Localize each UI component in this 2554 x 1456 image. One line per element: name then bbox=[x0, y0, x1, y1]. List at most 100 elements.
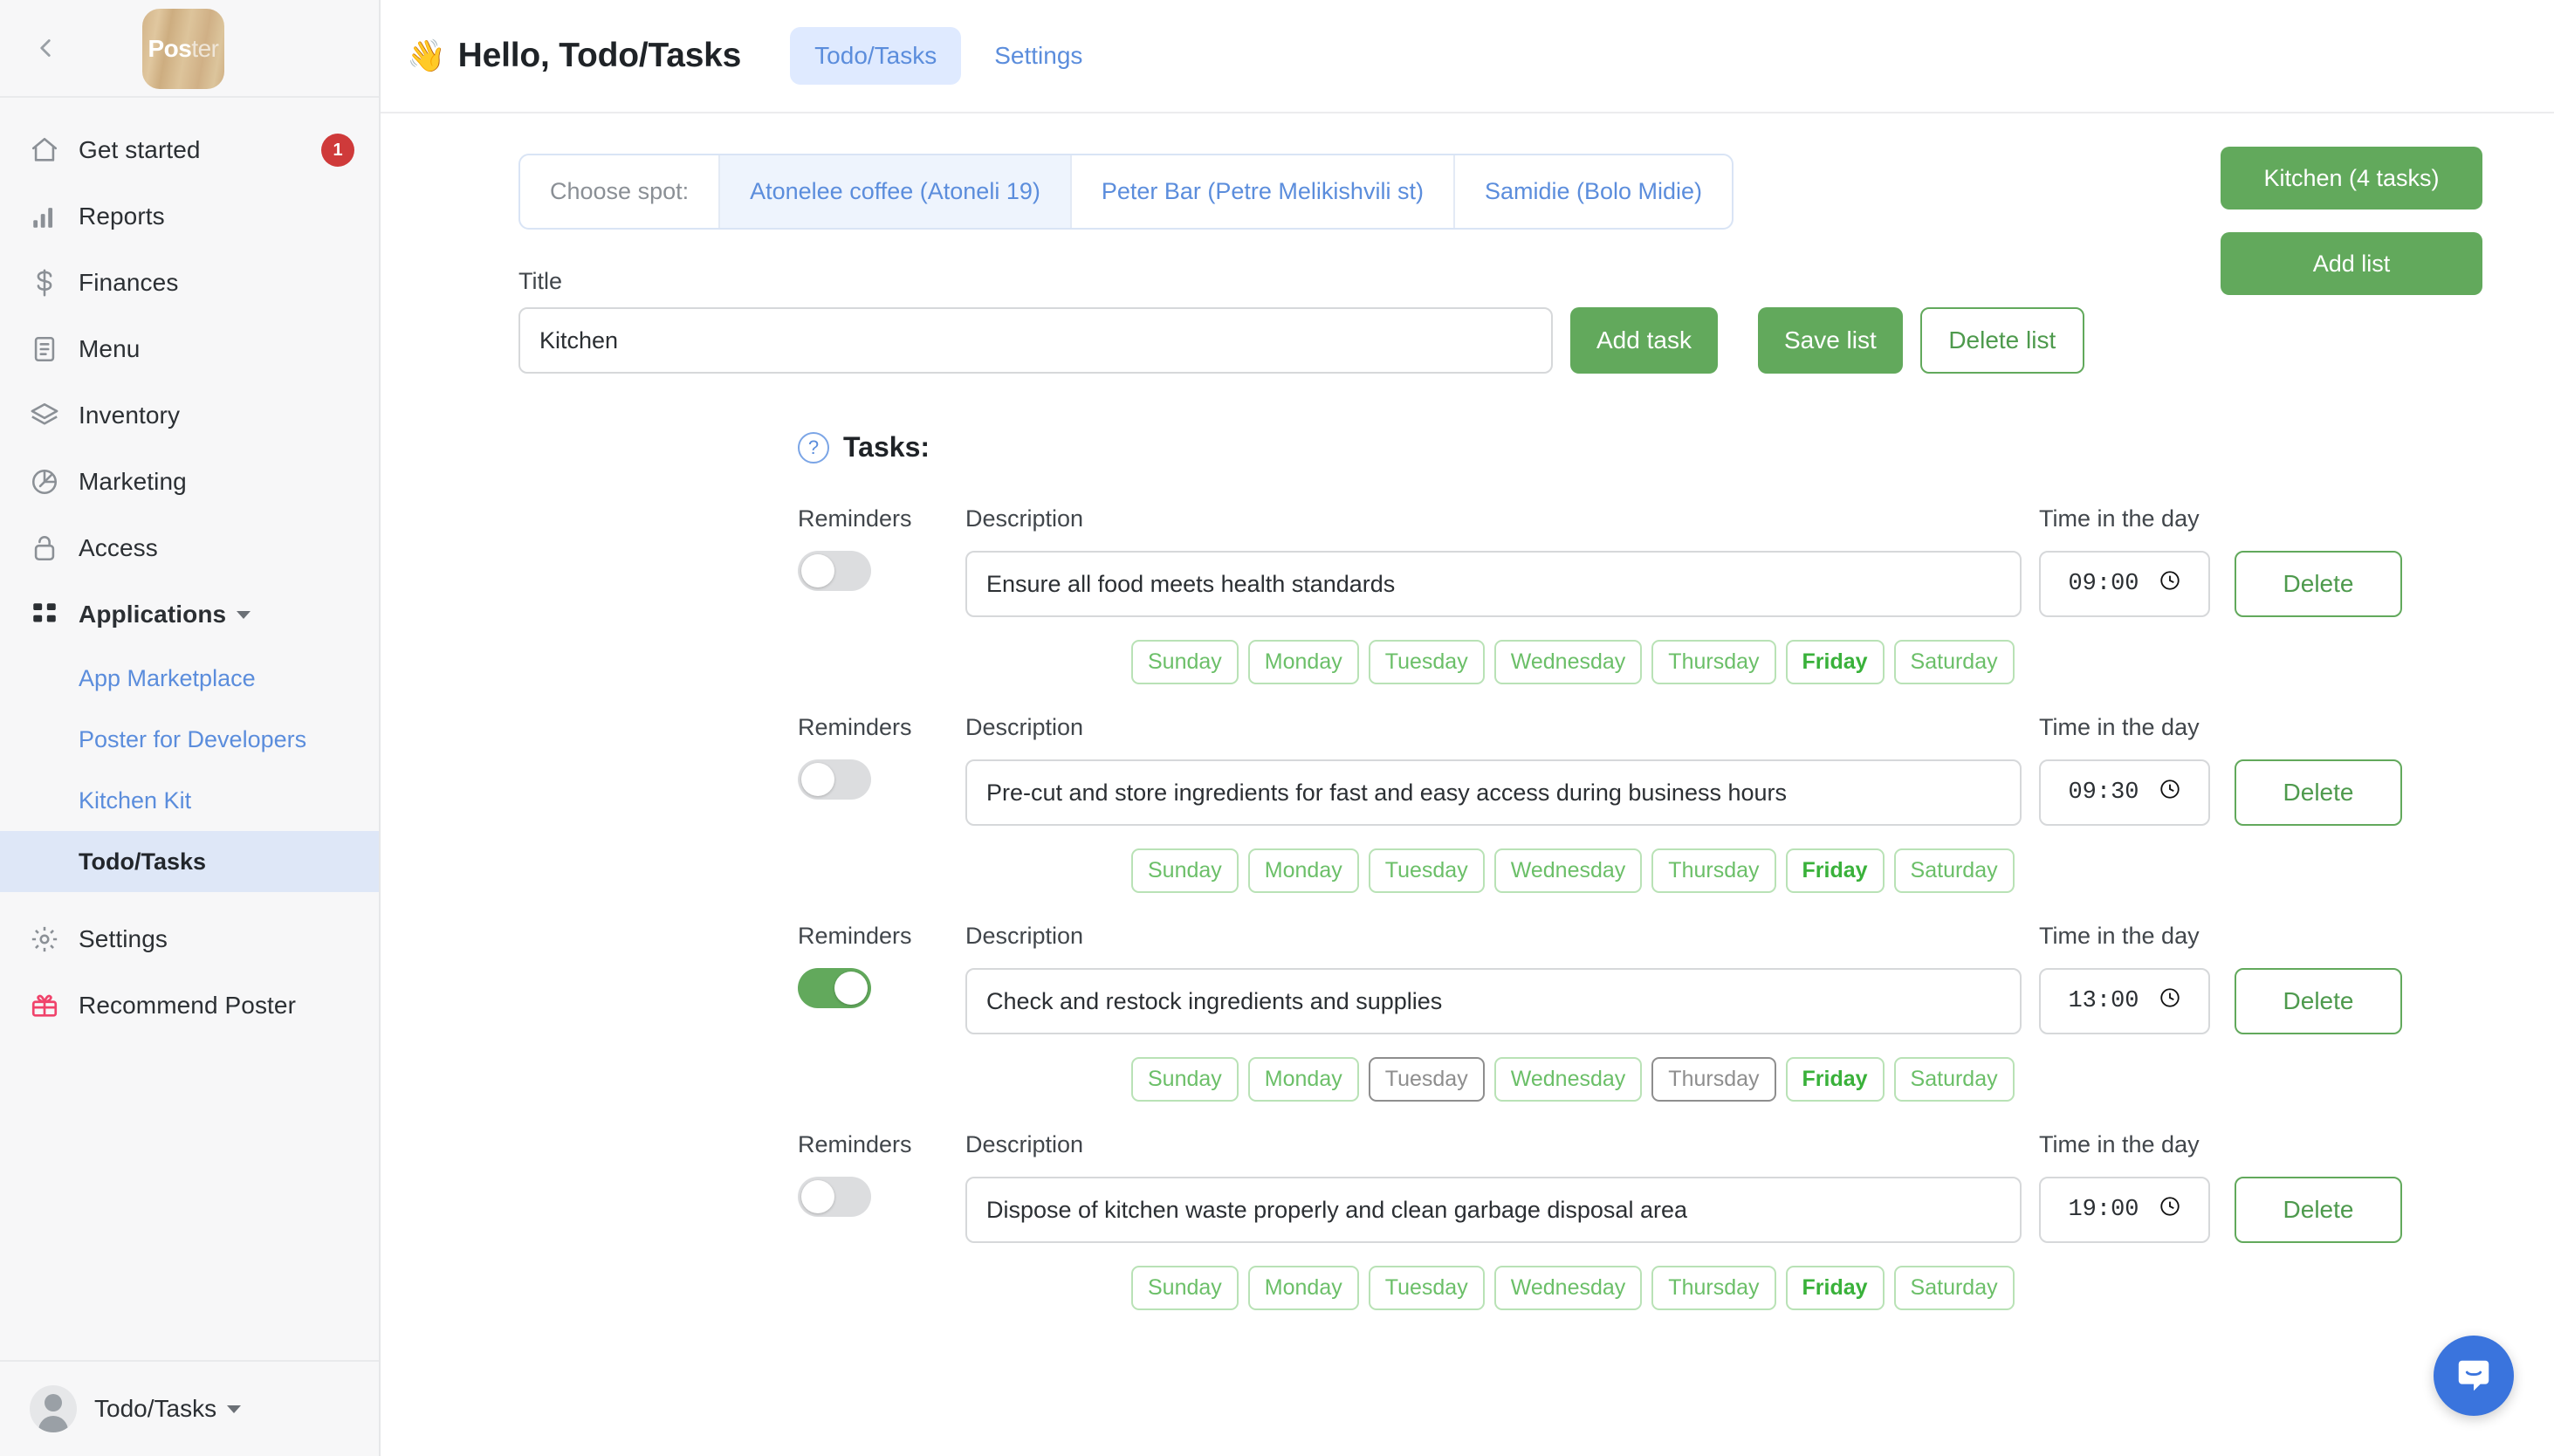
weekday-wednesday[interactable]: Wednesday bbox=[1493, 1057, 1643, 1102]
task-time-input[interactable]: 13:00 bbox=[2039, 968, 2210, 1034]
add-list-button[interactable]: Add list bbox=[2221, 232, 2482, 295]
layers-icon bbox=[30, 401, 79, 430]
weekday-monday[interactable]: Monday bbox=[1247, 1057, 1359, 1102]
delete-list-button[interactable]: Delete list bbox=[1919, 307, 2084, 374]
status-badge: 1 bbox=[321, 134, 354, 167]
tab-settings[interactable]: Settings bbox=[970, 27, 1107, 85]
weekday-friday[interactable]: Friday bbox=[1785, 1057, 1885, 1102]
sidebar-item-marketing[interactable]: Marketing bbox=[0, 449, 379, 515]
weekday-sunday[interactable]: Sunday bbox=[1131, 1057, 1239, 1102]
sidebar-item-poster-for-developers[interactable]: Poster for Developers bbox=[0, 709, 379, 770]
tab-label: Settings bbox=[994, 42, 1083, 69]
weekday-tuesday[interactable]: Tuesday bbox=[1368, 1057, 1485, 1102]
toggle-knob bbox=[801, 763, 834, 796]
weekday-thursday[interactable]: Thursday bbox=[1651, 1266, 1776, 1310]
weekday-wednesday[interactable]: Wednesday bbox=[1493, 848, 1643, 893]
sidebar-item-access[interactable]: Access bbox=[0, 515, 379, 581]
weekday-tuesday[interactable]: Tuesday bbox=[1368, 848, 1485, 893]
task-time-input[interactable]: 09:00 bbox=[2039, 551, 2210, 617]
tasks-heading: ? Tasks: bbox=[798, 431, 2554, 464]
weekday-sunday[interactable]: Sunday bbox=[1131, 1266, 1239, 1310]
sidebar-item-recommend-poster[interactable]: Recommend Poster bbox=[0, 972, 379, 1039]
list-title-input[interactable] bbox=[518, 307, 1553, 374]
delete-task-button[interactable]: Delete bbox=[2235, 759, 2402, 826]
sidebar-user-menu[interactable]: Todo/Tasks bbox=[0, 1360, 379, 1456]
weekday-saturday[interactable]: Saturday bbox=[1893, 640, 2015, 684]
poster-logo[interactable]: Pos ter bbox=[142, 9, 224, 89]
list-kitchen-button[interactable]: Kitchen (4 tasks) bbox=[2221, 147, 2482, 209]
sidebar-item-reports[interactable]: Reports bbox=[0, 183, 379, 250]
sidebar-item-inventory[interactable]: Inventory bbox=[0, 382, 379, 449]
reminder-toggle[interactable] bbox=[798, 968, 871, 1008]
sidebar-item-label: Finances bbox=[79, 269, 179, 296]
task-time-input[interactable]: 09:30 bbox=[2039, 759, 2210, 826]
sidebar-item-finances[interactable]: Finances bbox=[0, 250, 379, 316]
task-description-input[interactable] bbox=[965, 551, 2022, 617]
spot-selector: Choose spot: Atonelee coffee (Atoneli 19… bbox=[518, 154, 1734, 230]
weekday-wednesday[interactable]: Wednesday bbox=[1493, 1266, 1643, 1310]
task-description-input[interactable] bbox=[965, 1177, 2022, 1243]
back-chevron-icon[interactable] bbox=[19, 33, 72, 63]
gift-icon bbox=[30, 991, 79, 1020]
weekday-saturday[interactable]: Saturday bbox=[1893, 1057, 2015, 1102]
task-reminders-cell: Reminders bbox=[798, 714, 965, 800]
weekday-monday[interactable]: Monday bbox=[1247, 848, 1359, 893]
task-row: Reminders Description Time in the day 13… bbox=[381, 923, 2554, 1034]
bar-chart-icon bbox=[30, 202, 79, 231]
task-time-value: 19:00 bbox=[2068, 1197, 2139, 1223]
chat-bubble-icon[interactable] bbox=[2434, 1336, 2514, 1416]
weekday-sunday[interactable]: Sunday bbox=[1131, 848, 1239, 893]
weekday-monday[interactable]: Monday bbox=[1247, 640, 1359, 684]
task-description-input[interactable] bbox=[965, 968, 2022, 1034]
spot-option-samidie[interactable]: Samidie (Bolo Midie) bbox=[1455, 155, 1732, 228]
delete-task-button[interactable]: Delete bbox=[2235, 968, 2402, 1034]
task-weekdays: Sunday Monday Tuesday Wednesday Thursday… bbox=[381, 1266, 2554, 1310]
reminders-label: Reminders bbox=[798, 923, 912, 949]
add-task-button[interactable]: Add task bbox=[1570, 307, 1718, 374]
sidebar-item-menu[interactable]: Menu bbox=[0, 316, 379, 382]
tasks-heading-label: Tasks: bbox=[843, 431, 930, 463]
reminder-toggle[interactable] bbox=[798, 551, 871, 591]
task-description-input[interactable] bbox=[965, 759, 2022, 826]
sidebar-item-applications[interactable]: Applications bbox=[0, 581, 379, 648]
reminders-label: Reminders bbox=[798, 714, 912, 740]
weekday-tuesday[interactable]: Tuesday bbox=[1368, 1266, 1485, 1310]
delete-spacer-label bbox=[2235, 714, 2402, 744]
weekday-friday[interactable]: Friday bbox=[1785, 640, 1885, 684]
weekday-saturday[interactable]: Saturday bbox=[1893, 848, 2015, 893]
header-tabs: Todo/Tasks Settings bbox=[790, 27, 1107, 85]
reminder-toggle[interactable] bbox=[798, 759, 871, 800]
sidebar-item-settings[interactable]: Settings bbox=[0, 906, 379, 972]
sidebar-header: Pos ter bbox=[0, 0, 492, 98]
weekday-thursday[interactable]: Thursday bbox=[1651, 640, 1776, 684]
sidebar-item-app-marketplace[interactable]: App Marketplace bbox=[0, 648, 379, 709]
question-mark-icon[interactable]: ? bbox=[798, 431, 829, 464]
reminder-toggle[interactable] bbox=[798, 1177, 871, 1217]
weekday-friday[interactable]: Friday bbox=[1785, 1266, 1885, 1310]
home-icon bbox=[30, 135, 79, 165]
task-time-input[interactable]: 19:00 bbox=[2039, 1177, 2210, 1243]
time-in-day-label: Time in the day bbox=[2039, 714, 2200, 740]
save-list-button[interactable]: Save list bbox=[1757, 307, 1903, 374]
delete-task-button[interactable]: Delete bbox=[2235, 1177, 2402, 1243]
weekday-tuesday[interactable]: Tuesday bbox=[1368, 640, 1485, 684]
weekday-saturday[interactable]: Saturday bbox=[1893, 1266, 2015, 1310]
sidebar-item-kitchen-kit[interactable]: Kitchen Kit bbox=[0, 770, 379, 831]
task-description-cell: Description bbox=[965, 923, 2022, 1034]
weekday-sunday[interactable]: Sunday bbox=[1131, 640, 1239, 684]
weekday-wednesday[interactable]: Wednesday bbox=[1493, 640, 1643, 684]
weekday-thursday[interactable]: Thursday bbox=[1651, 848, 1776, 893]
weekday-monday[interactable]: Monday bbox=[1247, 1266, 1359, 1310]
task-delete-cell: Delete bbox=[2235, 505, 2402, 617]
sidebar-item-get-started[interactable]: Get started 1 bbox=[0, 117, 379, 183]
weekday-friday[interactable]: Friday bbox=[1785, 848, 1885, 893]
sidebar-user-name: Todo/Tasks bbox=[94, 1395, 217, 1422]
tab-todo-tasks[interactable]: Todo/Tasks bbox=[790, 27, 962, 85]
spot-option-peter-bar[interactable]: Peter Bar (Petre Melikishvili st) bbox=[1072, 155, 1455, 228]
spot-option-atonelee-coffee[interactable]: Atonelee coffee (Atoneli 19) bbox=[720, 155, 1072, 228]
sidebar-item-todo-tasks[interactable]: Todo/Tasks bbox=[0, 831, 379, 892]
weekday-thursday[interactable]: Thursday bbox=[1651, 1057, 1776, 1102]
delete-task-button[interactable]: Delete bbox=[2235, 551, 2402, 617]
sidebar-item-label: Recommend Poster bbox=[79, 992, 297, 1019]
